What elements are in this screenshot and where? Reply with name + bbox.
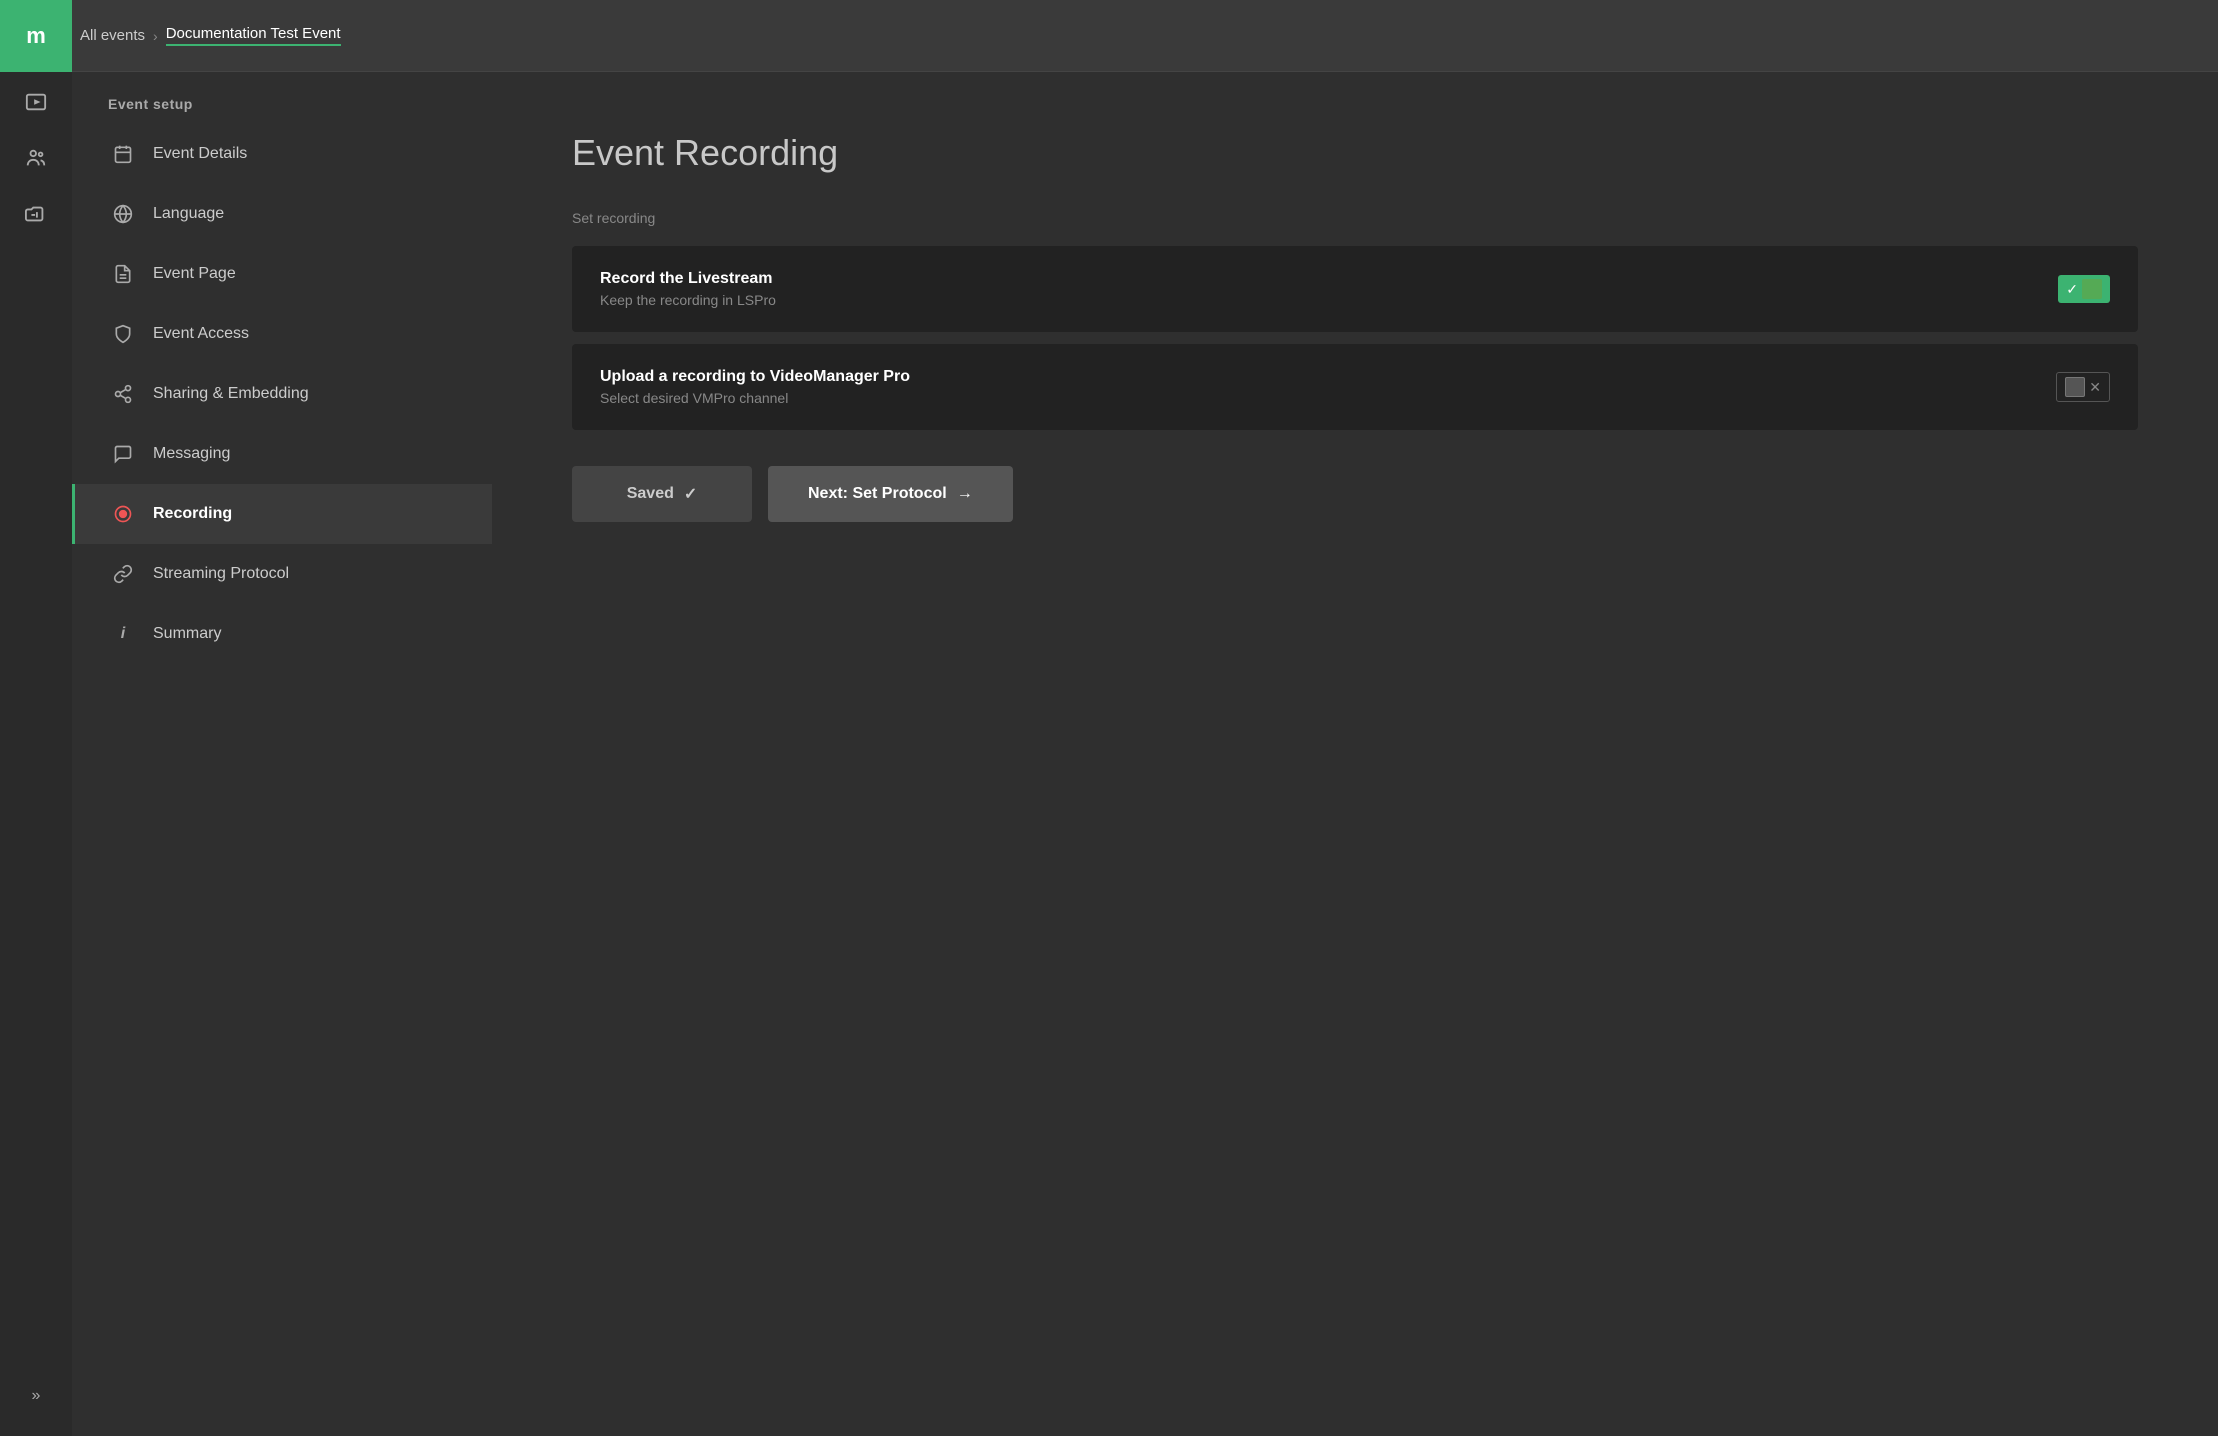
card-sub-upload-recording: Select desired VMPro channel xyxy=(600,390,910,406)
nav-expand[interactable]: » xyxy=(0,1376,72,1416)
toggle-check-icon: ✓ xyxy=(2066,281,2078,298)
globe-icon xyxy=(111,202,135,226)
file-icon xyxy=(111,262,135,286)
nav-icon-video[interactable] xyxy=(0,76,72,128)
toggle-upload-recording[interactable]: ✕ xyxy=(2056,372,2110,402)
sidebar-label-streaming-protocol: Streaming Protocol xyxy=(153,565,289,583)
section-label: Set recording xyxy=(572,210,2138,226)
next-button[interactable]: Next: Set Protocol → xyxy=(768,466,1013,522)
page-title: Event Recording xyxy=(572,132,2138,174)
record-icon xyxy=(111,502,135,526)
card-upload-recording: Upload a recording to VideoManager Pro S… xyxy=(572,344,2138,430)
saved-label: Saved xyxy=(627,485,674,503)
card-sub-record-livestream: Keep the recording in LSPro xyxy=(600,292,776,308)
button-row: Saved ✓ Next: Set Protocol → xyxy=(572,466,2138,522)
brand-logo[interactable]: m xyxy=(0,0,72,72)
sidebar-item-streaming-protocol[interactable]: Streaming Protocol xyxy=(72,544,492,604)
sidebar-label-sharing-embedding: Sharing & Embedding xyxy=(153,385,309,403)
content-area: Event Recording Set recording Record the… xyxy=(492,72,2218,1436)
toggle-unchecked-box xyxy=(2065,377,2085,397)
sidebar-label-event-access: Event Access xyxy=(153,325,249,343)
sidebar-item-event-access[interactable]: Event Access xyxy=(72,304,492,364)
toggle-box xyxy=(2082,279,2102,299)
sidebar-label-messaging: Messaging xyxy=(153,445,230,463)
calendar-icon xyxy=(111,142,135,166)
card-left-record-livestream: Record the Livestream Keep the recording… xyxy=(600,270,776,308)
toggle-x-icon: ✕ xyxy=(2089,379,2101,396)
sidebar-label-event-page: Event Page xyxy=(153,265,236,283)
top-bar: All events › Documentation Test Event xyxy=(0,0,2218,72)
sidebar-label-event-details: Event Details xyxy=(153,145,247,163)
breadcrumb: All events › Documentation Test Event xyxy=(80,25,341,46)
sidebar-item-messaging[interactable]: Messaging xyxy=(72,424,492,484)
breadcrumb-sep: › xyxy=(153,28,158,44)
sidebar: Event setup Event Details Language Event… xyxy=(72,72,492,1436)
sidebar-label-language: Language xyxy=(153,205,224,223)
main-content: Event Recording Set recording Record the… xyxy=(492,72,2218,1436)
share-icon xyxy=(111,382,135,406)
breadcrumb-current: Documentation Test Event xyxy=(166,25,341,46)
card-left-upload-recording: Upload a recording to VideoManager Pro S… xyxy=(600,368,910,406)
breadcrumb-all-events[interactable]: All events xyxy=(80,27,145,44)
sidebar-item-summary[interactable]: i Summary xyxy=(72,604,492,664)
link-icon xyxy=(111,562,135,586)
card-title-record-livestream: Record the Livestream xyxy=(600,270,776,288)
icon-rail: m » xyxy=(0,0,72,1436)
toggle-record-livestream[interactable]: ✓ xyxy=(2058,275,2110,303)
chat-icon xyxy=(111,442,135,466)
sidebar-item-language[interactable]: Language xyxy=(72,184,492,244)
card-title-upload-recording: Upload a recording to VideoManager Pro xyxy=(600,368,910,386)
sidebar-item-event-page[interactable]: Event Page xyxy=(72,244,492,304)
sidebar-section-title: Event setup xyxy=(72,72,492,124)
sidebar-label-summary: Summary xyxy=(153,625,221,643)
nav-icon-folder[interactable] xyxy=(0,188,72,240)
sidebar-item-sharing-embedding[interactable]: Sharing & Embedding xyxy=(72,364,492,424)
info-icon: i xyxy=(111,622,135,646)
card-record-livestream: Record the Livestream Keep the recording… xyxy=(572,246,2138,332)
saved-button[interactable]: Saved ✓ xyxy=(572,466,752,522)
sidebar-item-event-details[interactable]: Event Details xyxy=(72,124,492,184)
sidebar-label-recording: Recording xyxy=(153,505,232,523)
saved-check-icon: ✓ xyxy=(684,484,697,504)
next-label: Next: Set Protocol xyxy=(808,485,947,503)
nav-icon-users[interactable] xyxy=(0,132,72,184)
next-arrow-icon: → xyxy=(957,485,973,503)
shield-icon xyxy=(111,322,135,346)
sidebar-item-recording[interactable]: Recording xyxy=(72,484,492,544)
